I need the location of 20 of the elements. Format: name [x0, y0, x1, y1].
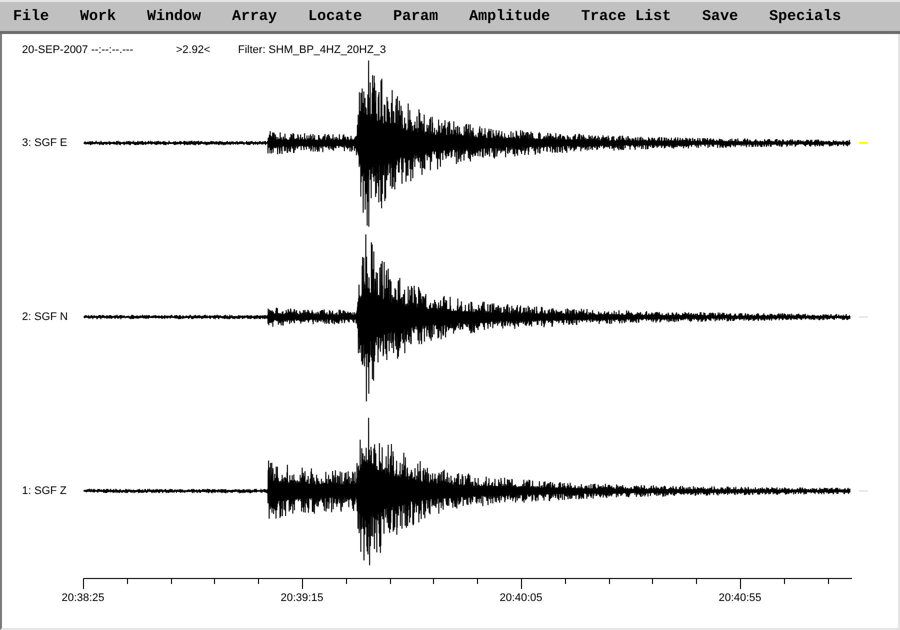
filter-label: Filter: SHM_BP_4HZ_20HZ_3: [238, 43, 386, 57]
menu-button[interactable]: Array: [232, 8, 278, 26]
menu-button[interactable]: Locate: [308, 8, 362, 26]
menu-button[interactable]: Window: [147, 8, 202, 26]
trace-label: 3: SGF E: [21, 136, 68, 150]
menu-button[interactable]: Trace List: [581, 8, 672, 26]
menu-button[interactable]: Specials: [769, 8, 842, 26]
axis-tick-label: 20:40:05: [500, 591, 542, 605]
trace-label: 2: SGF N: [21, 310, 68, 324]
axis-tick-label: 20:38:25: [62, 591, 104, 605]
menu-button[interactable]: Save: [702, 8, 738, 26]
gain-readout: >2.92<: [176, 43, 210, 57]
menu-button[interactable]: Work: [80, 8, 116, 26]
axis-tick-label: 20:40:55: [718, 591, 762, 605]
menu-button[interactable]: Amplitude: [469, 8, 550, 26]
date-time-text: 20-SEP-2007 --:--:--.---: [22, 43, 134, 57]
axis-tick-label: 20:39:15: [280, 591, 324, 605]
menu-button[interactable]: File: [13, 8, 50, 26]
menu-button[interactable]: Param: [393, 8, 438, 26]
trace-label: 1: SGF Z: [21, 484, 67, 498]
